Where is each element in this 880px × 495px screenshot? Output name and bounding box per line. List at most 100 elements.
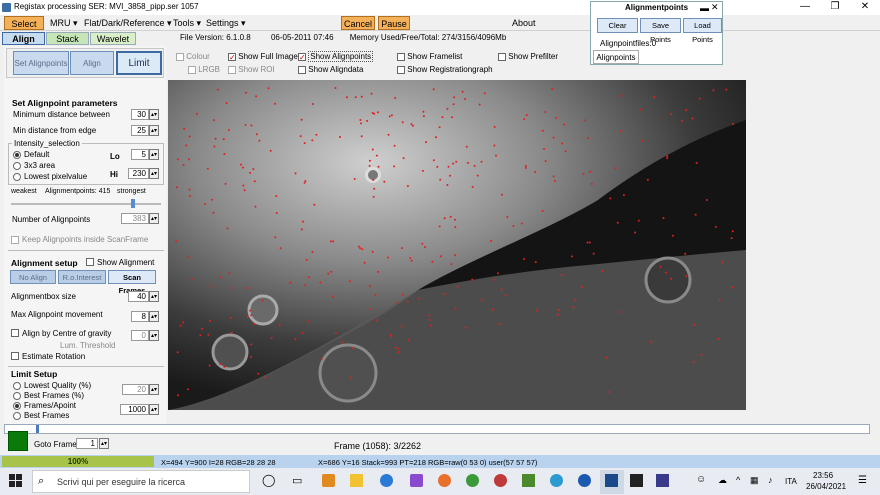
network-icon[interactable]: ▦ — [750, 475, 759, 486]
mru-menu[interactable]: MRU ▾ — [50, 16, 78, 30]
box-size-input[interactable]: 40 — [128, 291, 149, 302]
box-size-spinner[interactable]: ▴▾ — [149, 291, 159, 302]
alignpoint-marker — [495, 154, 497, 157]
notification-icon[interactable]: ☰ — [858, 475, 867, 486]
frames-apoint-input[interactable]: 1000 — [120, 404, 149, 415]
close-button[interactable]: ✕ — [850, 0, 880, 15]
best-frames-radio[interactable] — [13, 412, 21, 420]
num-alignpoints-input[interactable]: 383 — [121, 213, 149, 224]
num-alignpoints-spinner[interactable]: ▴▾ — [149, 213, 159, 224]
app-icon-3[interactable] — [466, 474, 479, 487]
select-button[interactable]: Select — [4, 16, 44, 30]
strength-slider-thumb[interactable] — [131, 199, 135, 208]
app-icon-1[interactable] — [322, 474, 335, 487]
lowest-quality-input[interactable]: 20 — [122, 384, 149, 395]
save-points-button[interactable]: Save Points — [640, 18, 681, 44]
lo-input[interactable]: 5 — [131, 149, 149, 160]
lowest-quality-radio[interactable] — [13, 382, 21, 390]
hi-input[interactable]: 230 — [128, 168, 149, 179]
maximize-button[interactable]: ❐ — [820, 0, 850, 15]
cog-spinner[interactable]: ▴▾ — [149, 330, 159, 341]
edge-icon[interactable] — [380, 474, 393, 487]
app-icon-5[interactable] — [522, 474, 535, 487]
colour-checkbox[interactable]: Colour — [176, 52, 210, 61]
people-icon[interactable]: ☺ — [696, 474, 706, 485]
cog-label: Align by Centre of gravity — [22, 329, 112, 338]
frames-apoint-radio[interactable] — [13, 402, 21, 410]
keep-alignpoints-checkbox[interactable] — [11, 236, 19, 244]
cloud-icon[interactable]: ☁ — [718, 475, 727, 486]
clear-button[interactable]: Clear — [597, 18, 638, 33]
lrgb-checkbox[interactable]: LRGB — [188, 65, 220, 74]
min-distance-spinner[interactable]: ▴▾ — [149, 109, 159, 120]
language-indicator[interactable]: ITA — [785, 477, 797, 486]
timeline-icon[interactable]: ▭ — [292, 474, 302, 487]
minimize-button[interactable]: — — [790, 0, 820, 15]
default-radio[interactable] — [13, 151, 21, 159]
frames-apoint-spinner[interactable]: ▴▾ — [149, 404, 159, 415]
task-view-icon[interactable]: ◯ — [262, 473, 275, 487]
frame-scroll-thumb[interactable] — [36, 425, 39, 433]
no-align-button[interactable]: No Align — [10, 270, 56, 284]
show-aligndata-checkbox[interactable]: Show Aligndata — [298, 65, 363, 74]
min-edge-spinner[interactable]: ▴▾ — [149, 125, 159, 136]
firefox-icon[interactable] — [438, 474, 451, 487]
show-registrationgraph-checkbox[interactable]: Show Registrationgraph — [397, 65, 493, 74]
show-alignment-checkbox[interactable] — [86, 258, 94, 266]
clock-date[interactable]: 26/04/2021 — [806, 482, 846, 491]
cog-input[interactable]: 0 — [131, 330, 149, 341]
show-full-image-checkbox[interactable]: ✓ Show Full Image — [228, 52, 298, 61]
show-alignpoints-checkbox[interactable]: ✓ Show Alignpoints — [298, 51, 374, 62]
set-alignpoints-button[interactable]: Set Alignpoints — [13, 51, 69, 75]
tools-menu[interactable]: Tools ▾ — [173, 16, 201, 30]
app-icon-6[interactable] — [550, 474, 563, 487]
about-menu[interactable]: About — [512, 16, 536, 30]
max-movement-spinner[interactable]: ▴▾ — [149, 311, 159, 322]
show-framelist-checkbox[interactable]: Show Framelist — [397, 52, 462, 61]
lowest-pixel-radio[interactable] — [13, 173, 21, 181]
app-icon-8[interactable] — [656, 474, 669, 487]
min-distance-input[interactable]: 30 — [131, 109, 149, 120]
volume-icon[interactable]: ♪ — [768, 475, 773, 485]
best-percent-radio[interactable] — [13, 392, 21, 400]
limit-button[interactable]: Limit — [116, 51, 162, 75]
align-button[interactable]: Align — [70, 51, 114, 75]
lo-spinner[interactable]: ▴▾ — [149, 149, 159, 160]
min-edge-input[interactable]: 25 — [131, 125, 149, 136]
alignpoint-marker — [609, 197, 612, 200]
flat-dark-reference-menu[interactable]: Flat/Dark/Reference ▾ — [84, 16, 172, 30]
ap-window-minimize-icon[interactable]: ▬ — [700, 3, 709, 13]
windows-start-icon[interactable] — [9, 474, 23, 488]
app-icon-2[interactable] — [410, 474, 423, 487]
roi-button[interactable]: R.o.Interest — [58, 270, 106, 284]
terminal-icon[interactable] — [630, 474, 643, 487]
tab-alignpoints[interactable]: Alignpoints — [593, 50, 639, 64]
goto-frame-spinner[interactable]: ▴▾ — [99, 438, 109, 449]
clock-time[interactable]: 23:56 — [813, 471, 833, 480]
app-icon-4[interactable] — [494, 474, 507, 487]
tab-wavelet[interactable]: Wavelet — [90, 32, 136, 45]
max-movement-input[interactable]: 8 — [131, 311, 149, 322]
file-explorer-icon[interactable] — [350, 474, 363, 487]
show-roi-checkbox[interactable]: Show ROI — [228, 65, 275, 74]
lowest-quality-spinner[interactable]: ▴▾ — [149, 384, 159, 395]
chevron-up-icon[interactable]: ^ — [736, 475, 740, 485]
scan-frames-button[interactable]: Scan Frames — [108, 270, 156, 295]
frame-scrollbar[interactable] — [4, 424, 870, 434]
tab-align[interactable]: Align — [2, 32, 45, 45]
cog-checkbox[interactable] — [11, 329, 19, 337]
strength-slider-track[interactable] — [11, 203, 161, 205]
goto-frame-input[interactable]: 1 — [76, 438, 98, 449]
estimate-rotation-checkbox[interactable] — [11, 352, 19, 360]
app-icon-7[interactable] — [578, 474, 591, 487]
tab-stack[interactable]: Stack — [46, 32, 89, 45]
pause-button[interactable]: Pause — [378, 16, 410, 30]
show-prefilter-checkbox[interactable]: Show Prefilter — [498, 52, 558, 61]
settings-menu[interactable]: Settings ▾ — [206, 16, 246, 30]
hi-spinner[interactable]: ▴▾ — [149, 168, 159, 179]
frame-image[interactable] — [168, 80, 746, 410]
load-points-button[interactable]: Load Points — [683, 18, 722, 44]
ap-window-close-icon[interactable]: ✕ — [711, 2, 719, 13]
cancel-button[interactable]: Cancel — [341, 16, 375, 30]
3x3-radio[interactable] — [13, 162, 21, 170]
